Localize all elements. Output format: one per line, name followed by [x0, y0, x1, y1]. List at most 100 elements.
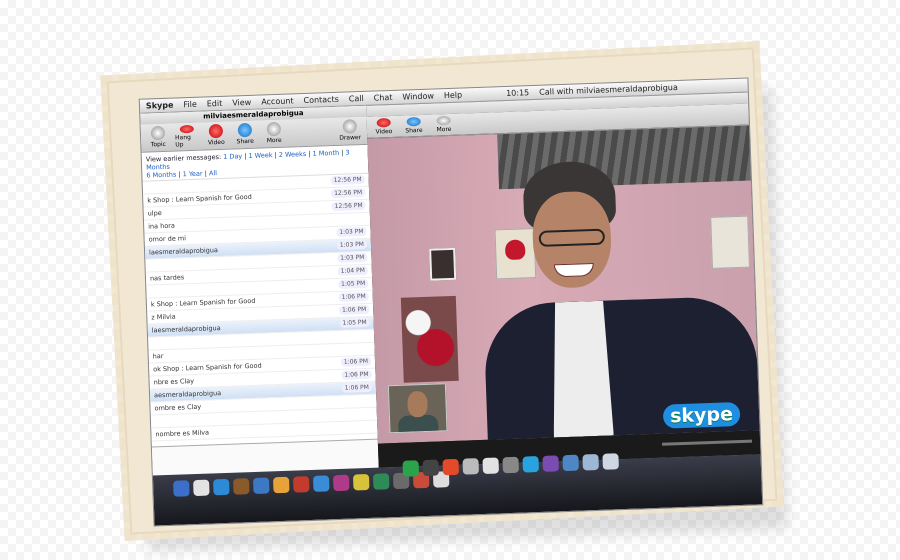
video-icon — [208, 123, 224, 139]
menu-call[interactable]: Call — [349, 94, 364, 104]
earlier-link-1-week[interactable]: 1 Week — [248, 151, 272, 160]
dock-app-icon[interactable] — [372, 473, 390, 490]
message-text: aesmeraldaprobigua — [153, 389, 222, 400]
screenshot: Skype File Edit View Account Contacts Ca… — [138, 77, 764, 527]
message-time: 1:06 PM — [341, 369, 372, 380]
message-time: 1:06 PM — [338, 291, 369, 302]
dock-app-icon[interactable] — [253, 477, 270, 495]
dock-app-icon[interactable] — [352, 473, 370, 491]
message-text: har — [152, 352, 164, 361]
topic-button[interactable]: Topic — [146, 125, 171, 150]
dock-app-icon[interactable] — [602, 453, 619, 470]
dock-app-icon[interactable] — [462, 458, 480, 475]
dock-app-icon[interactable] — [233, 478, 250, 495]
more-icon — [266, 121, 282, 137]
video-more-button[interactable]: More — [432, 115, 457, 134]
volume-slider[interactable] — [662, 439, 753, 446]
dock-app-icon[interactable] — [193, 479, 210, 497]
video-icon — [376, 117, 391, 128]
message-time: 1:03 PM — [336, 239, 368, 250]
message-time: 1:06 PM — [341, 382, 373, 393]
wall-photo — [429, 247, 457, 281]
earlier-link-1-day[interactable]: 1 Day — [223, 152, 242, 161]
earlier-link-1-year[interactable]: 1 Year — [183, 170, 203, 179]
earlier-link-all[interactable]: All — [209, 169, 217, 177]
video-share-button[interactable]: Share — [402, 116, 427, 135]
video-toggle-button[interactable]: Video — [372, 117, 397, 136]
dock-app-icon[interactable] — [542, 455, 559, 472]
dock-app-icon[interactable] — [562, 454, 579, 472]
message-text: ina hora — [148, 221, 176, 231]
dock-app-icon[interactable] — [273, 476, 290, 494]
share-icon — [406, 116, 421, 127]
message-time: 12:56 PM — [331, 200, 366, 212]
earlier-link-1-month[interactable]: 1 Month — [312, 149, 339, 158]
message-text: ulpe — [147, 209, 162, 218]
message-text: nbre es Clay — [153, 377, 195, 387]
dock-app-icon[interactable] — [312, 475, 330, 492]
message-text: laesmeraldaprobigua — [151, 324, 221, 335]
chat-window: milviaesmeraldaprobigua Topic Hang Up Vi… — [140, 105, 380, 476]
message-text: nas tardes — [149, 273, 185, 283]
hang-up-icon — [179, 124, 194, 134]
message-time: 12:56 PM — [330, 174, 365, 186]
message-time: 1:04 PM — [337, 265, 369, 276]
message-text: nombre es Milva — [155, 428, 210, 439]
message-text: ok Shop : Learn Spanish for Good — [153, 361, 262, 374]
dock-app-icon[interactable] — [422, 459, 440, 477]
dock-app-icon[interactable] — [582, 453, 599, 471]
message-time: 1:03 PM — [336, 226, 367, 237]
earlier-link-2-weeks[interactable]: 2 Weeks — [279, 150, 307, 159]
dock-app-icon[interactable] — [213, 478, 230, 496]
dock-app-icon[interactable] — [522, 456, 539, 473]
menu-edit[interactable]: Edit — [207, 99, 223, 109]
hang-up-button[interactable]: Hang Up — [175, 124, 200, 149]
message-time: 1:05 PM — [339, 317, 370, 328]
clock: 10:15 — [505, 88, 530, 98]
dock-app-icon[interactable] — [442, 458, 460, 476]
message-text: laesmeraldaprobigua — [148, 246, 219, 257]
self-view-thumbnail[interactable] — [387, 383, 448, 434]
drawer-icon — [342, 119, 358, 134]
share-icon — [237, 122, 253, 138]
message-text: k Shop : Learn Spanish for Good — [150, 296, 256, 309]
video-call-window: Video Share More skype — [366, 92, 761, 468]
dock-app-icon[interactable] — [173, 480, 190, 497]
more-icon — [436, 115, 451, 126]
menu-help[interactable]: Help — [444, 90, 463, 100]
menu-file[interactable]: File — [183, 100, 197, 109]
message-time: 1:03 PM — [337, 252, 368, 263]
dock-app-icon[interactable] — [482, 457, 500, 474]
menu-skype[interactable]: Skype — [146, 101, 174, 111]
menu-view[interactable]: View — [232, 98, 251, 108]
message-time: 12:56 PM — [330, 187, 366, 199]
message-text: z Milvia — [151, 312, 176, 322]
menu-chat[interactable]: Chat — [374, 93, 393, 103]
drawer-button[interactable]: Drawer — [338, 119, 363, 143]
shirt — [549, 300, 614, 437]
dock-app-icon[interactable] — [332, 474, 350, 492]
menu-contacts[interactable]: Contacts — [303, 95, 339, 105]
glasses — [538, 228, 606, 247]
video-button[interactable]: Video — [204, 123, 229, 148]
share-button[interactable]: Share — [233, 122, 258, 147]
message-time: 1:05 PM — [337, 278, 369, 289]
message-text: k Shop : Learn Spanish for Good — [147, 192, 252, 205]
message-time: 1:06 PM — [338, 304, 370, 315]
message-text: omor de mi — [148, 234, 187, 244]
message-text: ombre es Clay — [154, 402, 202, 413]
earlier-link-6-months[interactable]: 6 Months — [146, 171, 176, 180]
message-list: 12:56 PM k Shop : Learn Spanish for Good 1… — [142, 173, 378, 442]
dock-app-icon[interactable] — [402, 460, 420, 477]
message-time: 1:06 PM — [340, 356, 372, 367]
topic-icon — [150, 125, 166, 141]
self-face — [407, 390, 428, 418]
skype-logo: skype — [662, 401, 741, 429]
caller-person — [478, 145, 760, 440]
dock-app-icon[interactable] — [502, 456, 519, 474]
menu-account[interactable]: Account — [261, 96, 294, 106]
more-button[interactable]: More — [262, 121, 287, 146]
self-body — [397, 414, 439, 434]
dock-app-icon[interactable] — [292, 476, 310, 493]
menu-window[interactable]: Window — [402, 91, 434, 101]
